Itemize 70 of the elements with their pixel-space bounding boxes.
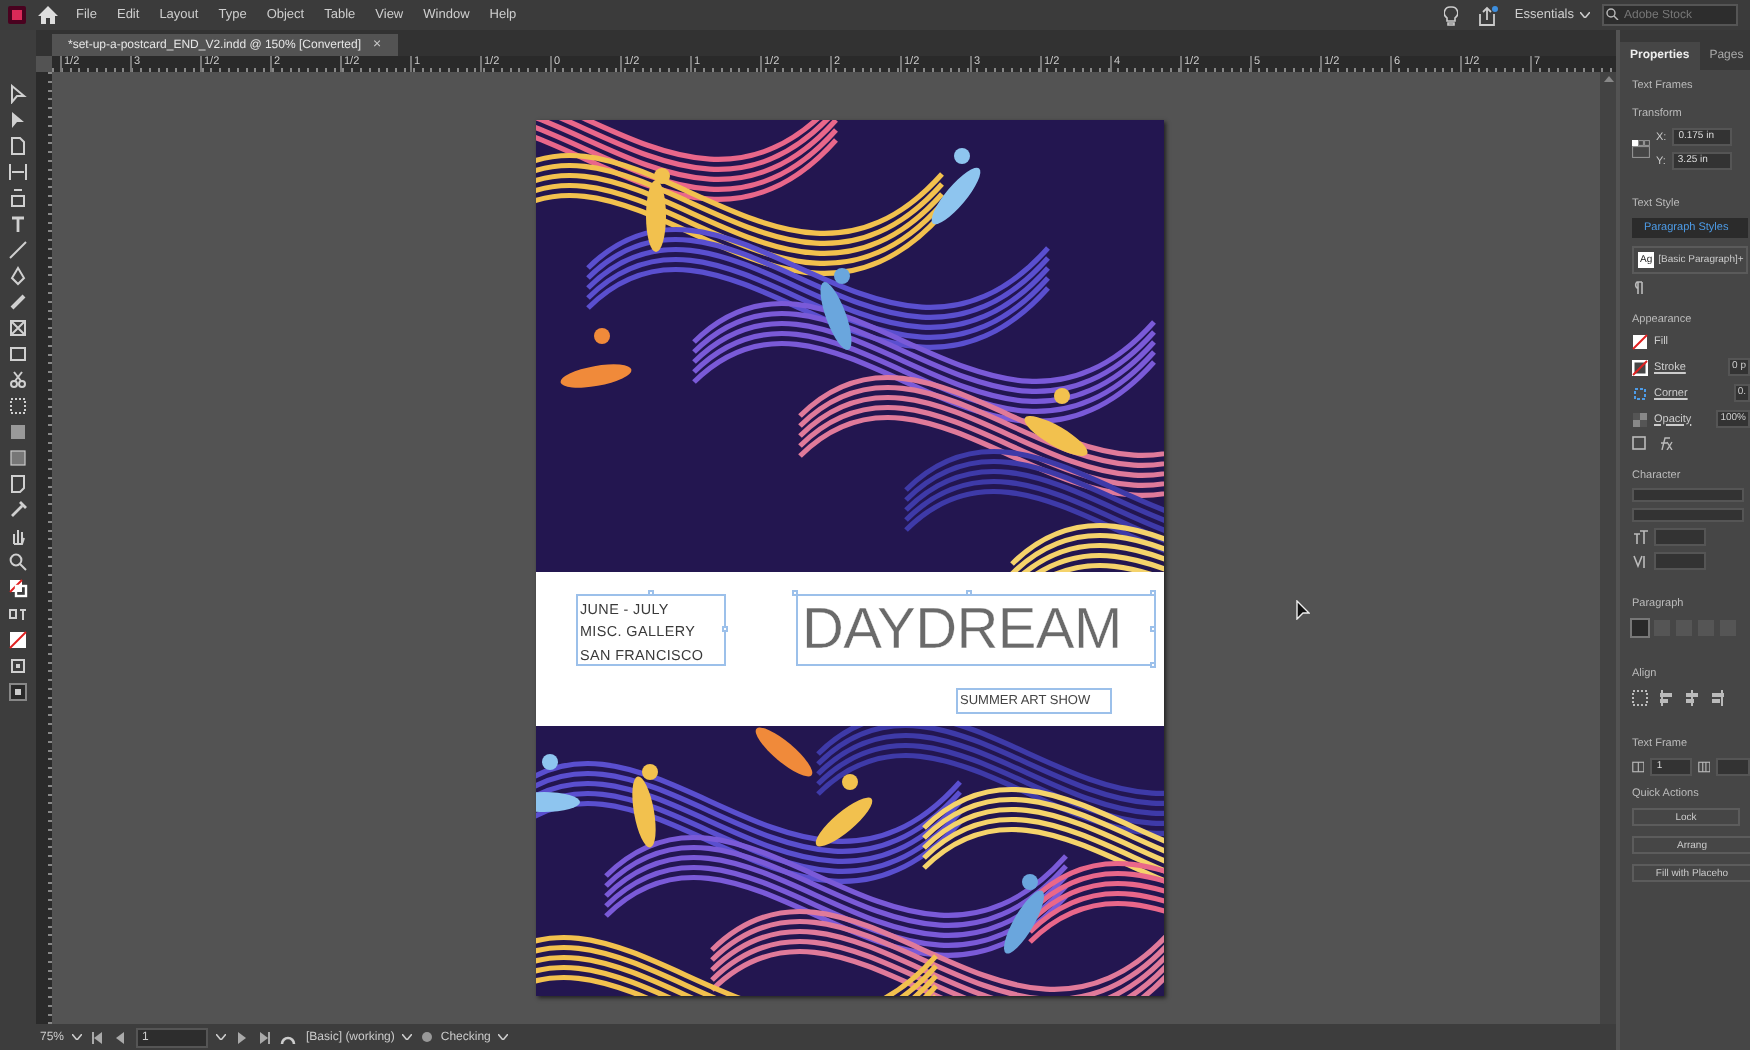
screen-mode-icon[interactable] [8, 656, 28, 676]
pilcrow-icon[interactable] [1632, 280, 1644, 294]
status-dot-icon [422, 1032, 433, 1042]
share-icon[interactable] [1478, 5, 1499, 25]
gap-icon[interactable] [8, 162, 28, 182]
font-style-field[interactable] [1632, 508, 1744, 522]
selection-handle[interactable] [1150, 590, 1156, 596]
collector-icon[interactable] [8, 188, 28, 208]
frame-icon[interactable] [8, 318, 28, 338]
stroke-swatch-icon[interactable] [1632, 359, 1648, 375]
gradient-feather-icon[interactable] [8, 448, 28, 468]
zoom-icon[interactable] [8, 552, 28, 572]
scroll-up-icon[interactable] [1603, 76, 1613, 82]
app-logo-icon [8, 6, 26, 24]
chevron-down-icon [1580, 12, 1590, 18]
font-size-field[interactable] [1654, 528, 1706, 546]
line-icon[interactable] [8, 240, 28, 260]
chevron-down-icon [72, 1034, 83, 1040]
scissors-icon[interactable] [8, 370, 28, 390]
gutter-field[interactable] [1715, 758, 1750, 776]
pencil-icon[interactable] [8, 292, 28, 312]
home-icon[interactable] [38, 6, 58, 24]
preview-mode-icon[interactable] [8, 682, 28, 702]
postcard-title: DAYDREAM [802, 597, 1122, 663]
eyedropper-icon[interactable] [8, 500, 28, 520]
no-fill-icon[interactable] [8, 630, 28, 650]
last-page-icon[interactable] [258, 1031, 271, 1043]
rectangle-icon[interactable] [8, 344, 28, 364]
selection-handle[interactable] [722, 626, 728, 632]
next-page-icon[interactable] [236, 1031, 249, 1043]
first-page-icon[interactable] [92, 1031, 105, 1043]
selection-handle[interactable] [1150, 626, 1156, 632]
pointer-cursor-icon [1296, 600, 1310, 620]
vertical-scrollbar[interactable] [1600, 72, 1616, 1024]
corner-icon[interactable] [1632, 385, 1648, 401]
selection-handle[interactable] [966, 590, 972, 596]
chevron-down-icon [498, 1034, 509, 1040]
align-to-icon[interactable] [1632, 690, 1648, 706]
selection-handle[interactable] [792, 590, 798, 596]
chevron-down-icon [402, 1034, 413, 1040]
gutter-icon [1697, 760, 1710, 774]
chevron-down-icon [216, 1034, 227, 1040]
selection-handle[interactable] [1150, 662, 1156, 668]
font-size-icon [1632, 530, 1648, 544]
pen-icon[interactable] [8, 266, 28, 286]
columns-icon [1632, 760, 1645, 774]
page-icon[interactable] [8, 136, 28, 156]
hand-icon[interactable] [8, 526, 28, 546]
align-left-icon[interactable] [1658, 690, 1674, 706]
opacity-icon[interactable] [1632, 411, 1648, 427]
align-right-icon[interactable] [1710, 690, 1726, 706]
kerning-icon [1632, 554, 1648, 568]
gradient-icon[interactable] [8, 422, 28, 442]
note-icon[interactable] [8, 474, 28, 494]
selection-arrow-icon[interactable] [8, 84, 28, 104]
lightbulb-icon[interactable] [1444, 5, 1459, 25]
font-search-field[interactable] [1632, 488, 1744, 502]
format-icon[interactable] [8, 604, 28, 624]
transform-icon[interactable] [8, 396, 28, 416]
effects-icon[interactable] [1658, 436, 1674, 450]
direct-selection-icon[interactable] [8, 110, 28, 130]
reference-point-icon[interactable] [1632, 140, 1650, 158]
previous-page-icon[interactable] [114, 1031, 127, 1043]
fill-swatch-icon[interactable] [1632, 334, 1648, 350]
fill-stroke-icon[interactable] [8, 578, 28, 598]
align-center-icon[interactable] [1684, 690, 1700, 706]
frame-icon[interactable] [1632, 436, 1646, 450]
type-tool-icon[interactable] [8, 214, 28, 234]
selection-handle[interactable] [648, 590, 654, 596]
kerning-field[interactable] [1654, 552, 1706, 570]
